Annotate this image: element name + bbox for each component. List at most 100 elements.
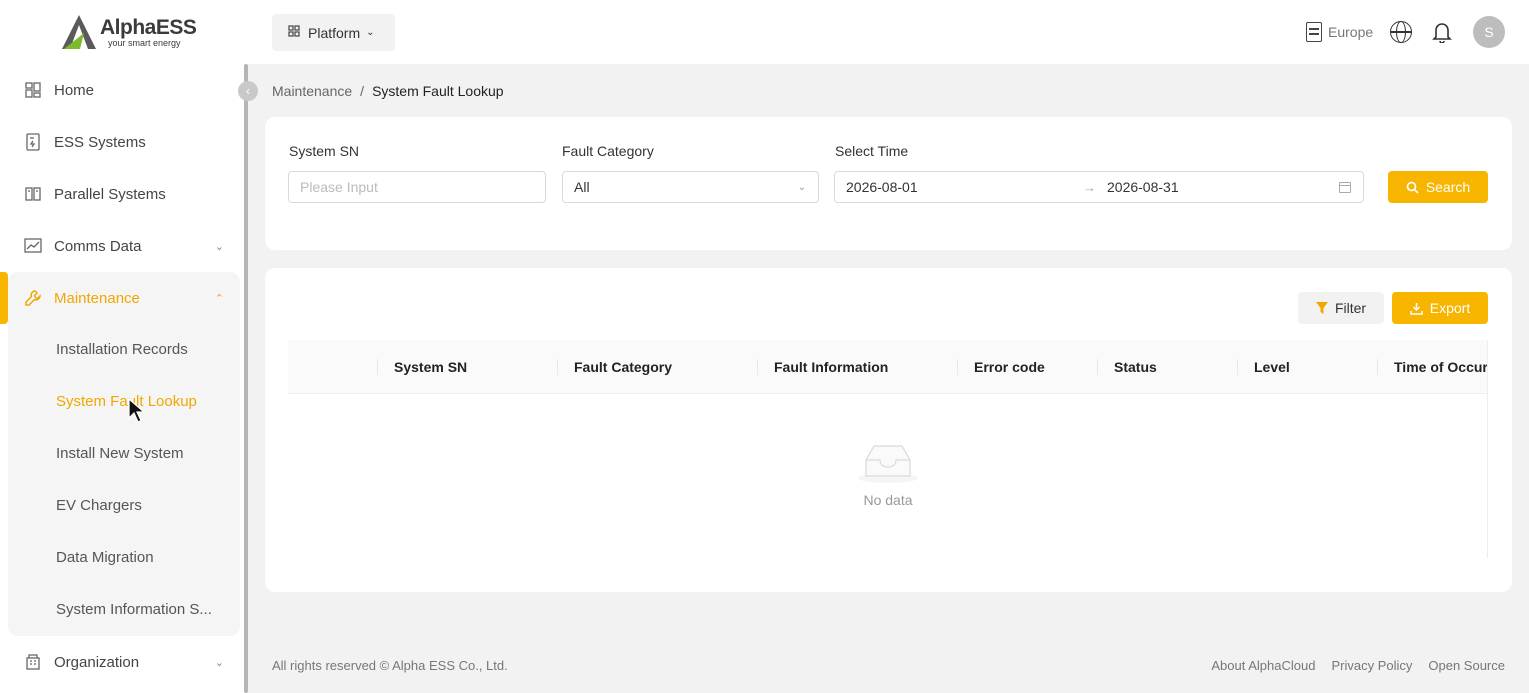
column-header-error-code[interactable]: Error code — [974, 340, 1045, 394]
sidebar-item-home[interactable]: Home — [0, 64, 240, 116]
submenu-item-system-information[interactable]: System Information S... — [56, 601, 212, 621]
chevron-down-icon: ⌄ — [797, 181, 806, 193]
footer-link-privacy[interactable]: Privacy Policy — [1331, 658, 1412, 673]
sidebar-item-comms-data[interactable]: Comms Data ⌄ — [0, 220, 240, 272]
alphaess-logo[interactable]: AlphaESS your smart energy — [60, 12, 200, 52]
sidebar-item-label: Organization — [54, 653, 140, 671]
column-divider — [377, 359, 378, 375]
globe-icon[interactable] — [1390, 21, 1412, 43]
chevron-up-icon: ⌃ — [214, 292, 224, 305]
region-label: Europe — [1328, 24, 1374, 40]
sidebar-item-label: Home — [54, 81, 95, 99]
column-divider — [757, 359, 758, 375]
table-header: System SN Fault Category Fault Informati… — [288, 340, 1488, 394]
region-selector[interactable]: Europe — [1306, 22, 1373, 42]
column-divider — [1097, 359, 1098, 375]
column-divider — [557, 359, 558, 375]
select-time-label: Select Time — [835, 143, 909, 159]
date-end[interactable]: 2026-08-31 — [1107, 179, 1179, 195]
filter-icon — [1315, 302, 1328, 314]
search-icon — [1406, 181, 1419, 194]
calendar-icon — [1339, 182, 1351, 193]
submenu-item-installation-records[interactable]: Installation Records — [56, 341, 188, 361]
empty-text: No data — [863, 492, 913, 508]
chart-icon — [24, 237, 42, 255]
column-header-fault-information[interactable]: Fault Information — [774, 340, 888, 394]
empty-inbox-icon — [858, 445, 918, 483]
download-icon — [1410, 302, 1423, 315]
fault-category-select[interactable]: All ⌄ — [562, 171, 819, 203]
column-divider — [957, 359, 958, 375]
wrench-icon — [24, 289, 42, 307]
fault-category-label: Fault Category — [562, 143, 654, 159]
system-sn-input[interactable]: Please Input — [288, 171, 546, 203]
chevron-down-icon: ⌄ — [366, 27, 375, 38]
system-sn-placeholder: Please Input — [300, 179, 378, 195]
search-form-card: System SN Please Input Fault Category Al… — [265, 117, 1512, 250]
submenu-item-data-migration[interactable]: Data Migration — [56, 549, 154, 569]
breadcrumb: Maintenance / System Fault Lookup — [272, 83, 504, 99]
system-icon — [24, 133, 42, 151]
logo-name: AlphaESS — [100, 15, 197, 39]
breadcrumb-parent[interactable]: Maintenance — [272, 83, 352, 99]
building-icon — [24, 653, 42, 671]
sidebar-item-ess-systems[interactable]: ESS Systems — [0, 116, 240, 168]
server-icon — [1306, 22, 1322, 42]
dashboard-icon — [24, 81, 42, 99]
fault-category-value: All — [574, 179, 590, 195]
sidebar-item-label: Comms Data — [54, 237, 142, 255]
system-sn-label: System SN — [289, 143, 360, 159]
column-header-system-sn[interactable]: System SN — [394, 340, 467, 394]
logo-mark-icon — [62, 15, 96, 49]
footer-links: About AlphaCloud Privacy Policy Open Sou… — [1211, 658, 1505, 673]
filter-button[interactable]: Filter — [1298, 292, 1384, 324]
date-start[interactable]: 2026-08-01 — [846, 179, 918, 195]
grid-icon — [288, 25, 300, 40]
empty-state: No data — [288, 440, 1488, 508]
sidebar-scrollbar[interactable] — [244, 64, 248, 693]
column-divider — [1377, 359, 1378, 375]
submenu-item-system-fault-lookup[interactable]: System Fault Lookup — [56, 393, 197, 413]
search-label: Search — [1425, 179, 1471, 195]
platform-label: Platform — [308, 24, 361, 41]
column-header-time-of-occurrence[interactable]: Time of Occurr — [1394, 340, 1488, 394]
submenu-item-ev-chargers[interactable]: EV Chargers — [56, 497, 142, 517]
breadcrumb-separator: / — [360, 83, 365, 99]
bell-icon[interactable] — [1430, 20, 1454, 44]
search-button[interactable]: Search — [1388, 171, 1488, 203]
fixed-column-shadow — [1487, 340, 1488, 558]
chevron-down-icon: ⌄ — [214, 240, 224, 253]
mouse-pointer-icon — [128, 398, 146, 423]
platform-dropdown[interactable]: Platform ⌄ — [272, 14, 395, 51]
export-button[interactable]: Export — [1392, 292, 1488, 324]
parallel-icon — [24, 185, 42, 203]
sidebar-item-label: Parallel Systems — [54, 185, 166, 203]
collapse-sidebar-button[interactable]: ‹ — [238, 81, 258, 101]
fault-table: System SN Fault Category Fault Informati… — [288, 340, 1488, 558]
sidebar-item-maintenance[interactable]: Maintenance ⌃ — [0, 272, 240, 324]
footer-link-open-source[interactable]: Open Source — [1428, 658, 1505, 673]
sidebar-item-organization[interactable]: Organization ⌄ — [0, 636, 240, 688]
results-table-card: Filter Export System SN Fault Category F… — [265, 268, 1512, 592]
sidebar-item-parallel-systems[interactable]: Parallel Systems — [0, 168, 240, 220]
avatar[interactable]: S — [1473, 16, 1505, 48]
footer-link-about[interactable]: About AlphaCloud — [1211, 658, 1315, 673]
column-header-fault-category[interactable]: Fault Category — [574, 340, 672, 394]
date-range-picker[interactable]: 2026-08-01 → 2026-08-31 — [834, 171, 1364, 203]
logo-tagline: your smart energy — [108, 37, 181, 48]
chevron-down-icon: ⌄ — [214, 656, 224, 669]
export-label: Export — [1429, 300, 1471, 316]
column-divider — [1237, 359, 1238, 375]
submenu-item-install-new-system[interactable]: Install New System — [56, 445, 184, 465]
sidebar-item-label: Maintenance — [54, 289, 140, 307]
sidebar: AlphaESS your smart energy Home ESS Syst… — [0, 0, 248, 693]
footer-copyright: All rights reserved © Alpha ESS Co., Ltd… — [272, 658, 508, 673]
sidebar-item-label: ESS Systems — [54, 133, 146, 151]
arrow-right-icon: → — [1083, 179, 1096, 195]
column-header-status[interactable]: Status — [1114, 340, 1157, 394]
breadcrumb-current: System Fault Lookup — [372, 83, 504, 99]
top-header: Platform ⌄ Europe S — [248, 0, 1529, 64]
chevron-left-icon: ‹ — [246, 84, 250, 98]
filter-label: Filter — [1334, 300, 1367, 316]
column-header-level[interactable]: Level — [1254, 340, 1290, 394]
